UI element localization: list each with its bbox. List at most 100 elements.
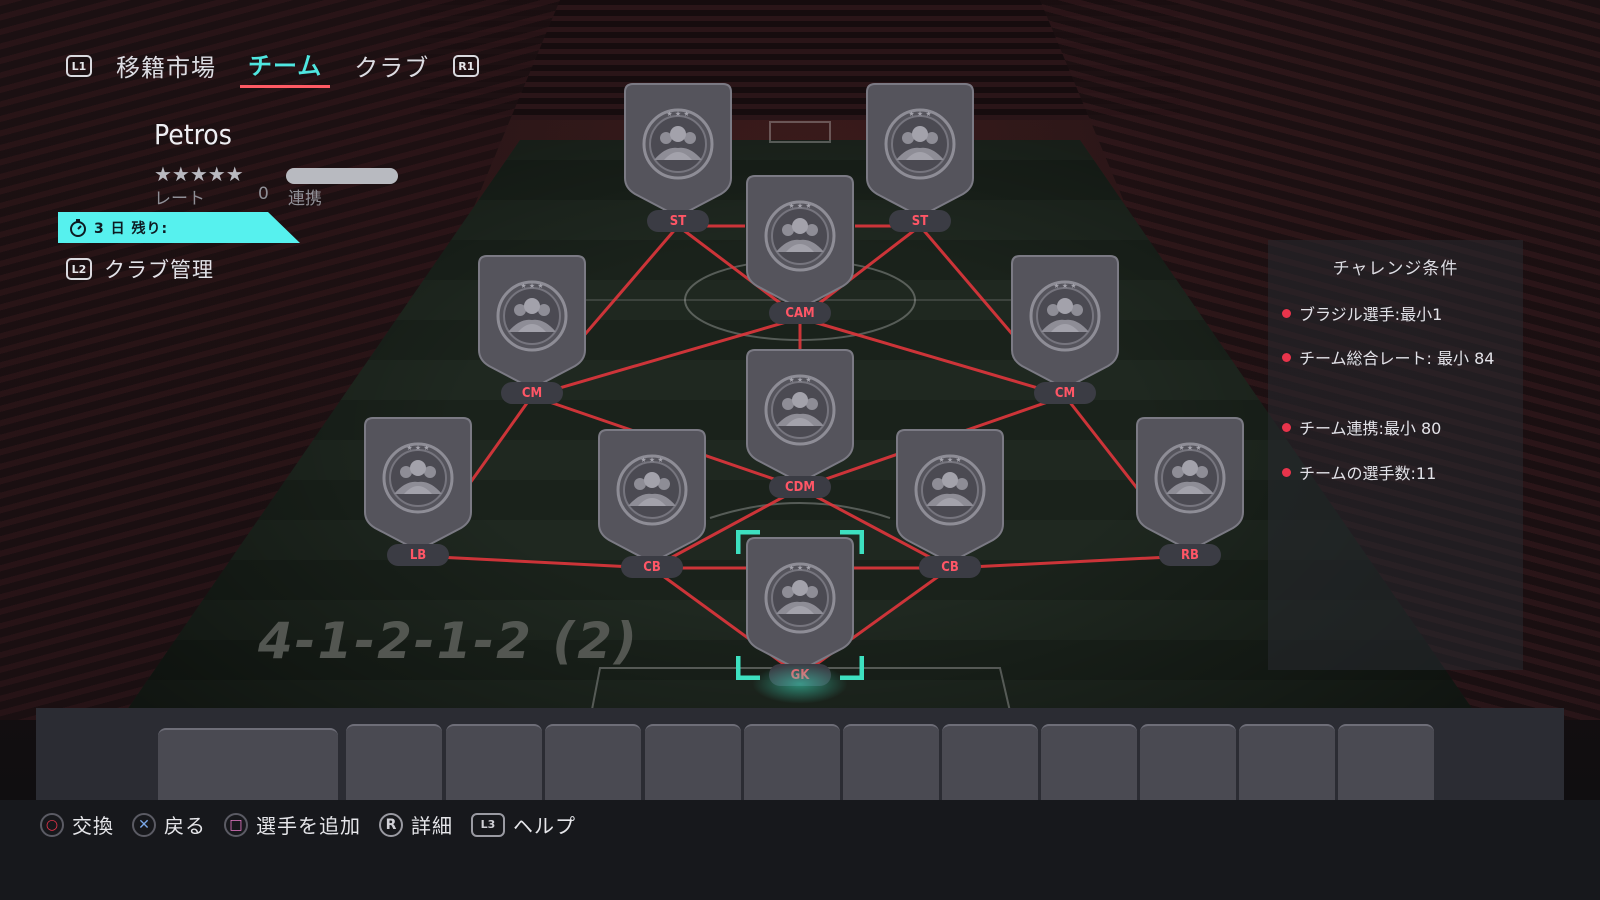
bench-slot[interactable] xyxy=(843,724,939,804)
player-card-shield: ★ ★ ★ xyxy=(746,349,854,482)
tab-team[interactable]: チーム xyxy=(240,44,331,88)
player-card-shield: ★ ★ ★ xyxy=(866,83,974,216)
player-slot-cm[interactable]: ★ ★ ★ CM xyxy=(477,254,587,404)
challenge-title: チャレンジ条件 xyxy=(1332,259,1459,279)
bench-slot[interactable] xyxy=(346,724,442,804)
position-label: RB xyxy=(1159,544,1221,566)
control-details[interactable]: R 詳細 xyxy=(379,810,453,839)
player-card-shield: ★ ★ ★ xyxy=(746,175,854,308)
square-button-icon: □ xyxy=(224,812,248,837)
player-slot-cb[interactable]: ★ ★ ★ CB xyxy=(895,428,1005,578)
requirement-text: チーム連携:最小 80 xyxy=(1299,419,1442,438)
circle-button-icon: ○ xyxy=(40,812,64,837)
player-card-shield: ★ ★ ★ xyxy=(598,429,706,562)
control-label: ヘルプ xyxy=(513,814,576,838)
svg-text:★ ★ ★: ★ ★ ★ xyxy=(1053,282,1076,290)
player-slot-rb[interactable]: ★ ★ ★ RB xyxy=(1135,416,1245,566)
bench-slot[interactable] xyxy=(1239,724,1335,804)
chemistry-label: 連携 xyxy=(288,189,322,209)
rating-label: レート xyxy=(154,189,205,209)
player-card-shield: ★ ★ ★ xyxy=(478,255,586,388)
rating-value: 0 xyxy=(258,184,269,204)
top-navigation: L1 移籍市場 チーム クラブ R1 xyxy=(66,46,480,88)
l2-button[interactable]: L2 xyxy=(66,258,92,280)
position-label: LB xyxy=(387,544,449,566)
position-label: CM xyxy=(1034,382,1096,404)
svg-text:★ ★ ★: ★ ★ ★ xyxy=(788,376,811,384)
svg-text:★ ★ ★: ★ ★ ★ xyxy=(666,110,689,118)
control-label: 詳細 xyxy=(411,814,453,838)
requirement-item: チーム連携:最小 80 xyxy=(1282,416,1514,441)
position-label: ST xyxy=(889,210,951,232)
squad-screen: L1 移籍市場 チーム クラブ R1 Petros ★★★★★ レート 0 連携… xyxy=(0,0,1600,900)
club-management-label: クラブ管理 xyxy=(104,258,214,282)
control-label: 交換 xyxy=(72,814,114,838)
chemistry-bar xyxy=(286,168,398,184)
requirement-item: ブラジル選手:最小1 xyxy=(1282,302,1514,327)
position-label: CDM xyxy=(769,476,831,498)
position-label: ST xyxy=(647,210,709,232)
svg-text:★ ★ ★: ★ ★ ★ xyxy=(788,202,811,210)
player-card-shield: ★ ★ ★ xyxy=(896,429,1004,562)
control-add-player[interactable]: □ 選手を追加 xyxy=(224,810,361,839)
cross-button-icon: ✕ xyxy=(132,812,156,837)
bench-slot[interactable] xyxy=(1338,724,1434,804)
stopwatch-icon xyxy=(70,218,86,237)
r1-button[interactable]: R1 xyxy=(453,55,480,77)
control-help[interactable]: L3 ヘルプ xyxy=(471,810,576,839)
bench-slot[interactable] xyxy=(1140,724,1236,804)
squad-name: Petros xyxy=(154,118,232,151)
control-hints: ○ 交換 ✕ 戻る □ 選手を追加 R 詳細 L3 ヘルプ xyxy=(40,810,576,839)
bullet-dot-icon xyxy=(1282,423,1291,432)
bench-slot[interactable] xyxy=(942,724,1038,804)
player-card-shield: ★ ★ ★ xyxy=(364,417,472,550)
player-slot-cam[interactable]: ★ ★ ★ CAM xyxy=(745,174,855,324)
left-stick-icon: L3 xyxy=(471,812,505,837)
player-slot-st[interactable]: ★ ★ ★ ST xyxy=(623,82,733,232)
bullet-dot-icon xyxy=(1282,353,1291,362)
club-management-button[interactable]: L2 クラブ管理 xyxy=(66,254,214,284)
bench-slot[interactable] xyxy=(545,724,641,804)
challenge-requirements-panel: チャレンジ条件 ブラジル選手:最小1 チーム総合レート: 最小 84 チーム連携… xyxy=(1268,240,1523,670)
svg-text:★ ★ ★: ★ ★ ★ xyxy=(520,282,543,290)
right-stick-icon: R xyxy=(379,812,403,837)
tab-club[interactable]: クラブ xyxy=(346,46,437,87)
l1-button[interactable]: L1 xyxy=(66,55,92,77)
control-back[interactable]: ✕ 戻る xyxy=(132,810,206,839)
requirement-text: チームの選手数:11 xyxy=(1299,464,1437,483)
requirement-item: チームの選手数:11 xyxy=(1282,461,1514,486)
tab-transfer-market[interactable]: 移籍市場 xyxy=(108,46,224,87)
player-card-shield: ★ ★ ★ xyxy=(624,83,732,216)
position-label: CB xyxy=(621,556,683,578)
bench-slot[interactable] xyxy=(1041,724,1137,804)
gk-glow xyxy=(752,664,848,704)
position-label: CAM xyxy=(769,302,831,324)
bench-slot[interactable] xyxy=(645,724,741,804)
timer-banner: 3 日 残り: xyxy=(58,212,300,243)
player-slot-cm[interactable]: ★ ★ ★ CM xyxy=(1010,254,1120,404)
timer-text: 3 日 残り: xyxy=(94,220,169,237)
player-slot-cdm[interactable]: ★ ★ ★ CDM xyxy=(745,348,855,498)
formation-name: 4-1-2-1-2 (2) xyxy=(258,612,639,670)
bullet-dot-icon xyxy=(1282,309,1291,318)
bullet-dot-icon xyxy=(1282,468,1291,477)
requirement-text: ブラジル選手:最小1 xyxy=(1299,305,1443,324)
player-slot-cb[interactable]: ★ ★ ★ CB xyxy=(597,428,707,578)
rating-stars: ★★★★★ xyxy=(154,162,244,186)
control-swap[interactable]: ○ 交換 xyxy=(40,810,114,839)
svg-text:★ ★ ★: ★ ★ ★ xyxy=(938,456,961,464)
svg-text:★ ★ ★: ★ ★ ★ xyxy=(640,456,663,464)
bench-slot[interactable] xyxy=(744,724,840,804)
bench-slot[interactable] xyxy=(446,724,542,804)
requirement-item: チーム総合レート: 最小 84 xyxy=(1282,346,1514,371)
svg-text:★ ★ ★: ★ ★ ★ xyxy=(1178,444,1201,452)
player-slot-lb[interactable]: ★ ★ ★ LB xyxy=(363,416,473,566)
selection-cursor xyxy=(736,530,864,680)
player-slot-st[interactable]: ★ ★ ★ ST xyxy=(865,82,975,232)
position-label: CB xyxy=(919,556,981,578)
control-label: 戻る xyxy=(164,814,206,838)
player-card-shield: ★ ★ ★ xyxy=(1011,255,1119,388)
bench-slot[interactable] xyxy=(158,728,338,804)
control-label: 選手を追加 xyxy=(256,814,361,838)
svg-text:★ ★ ★: ★ ★ ★ xyxy=(406,444,429,452)
